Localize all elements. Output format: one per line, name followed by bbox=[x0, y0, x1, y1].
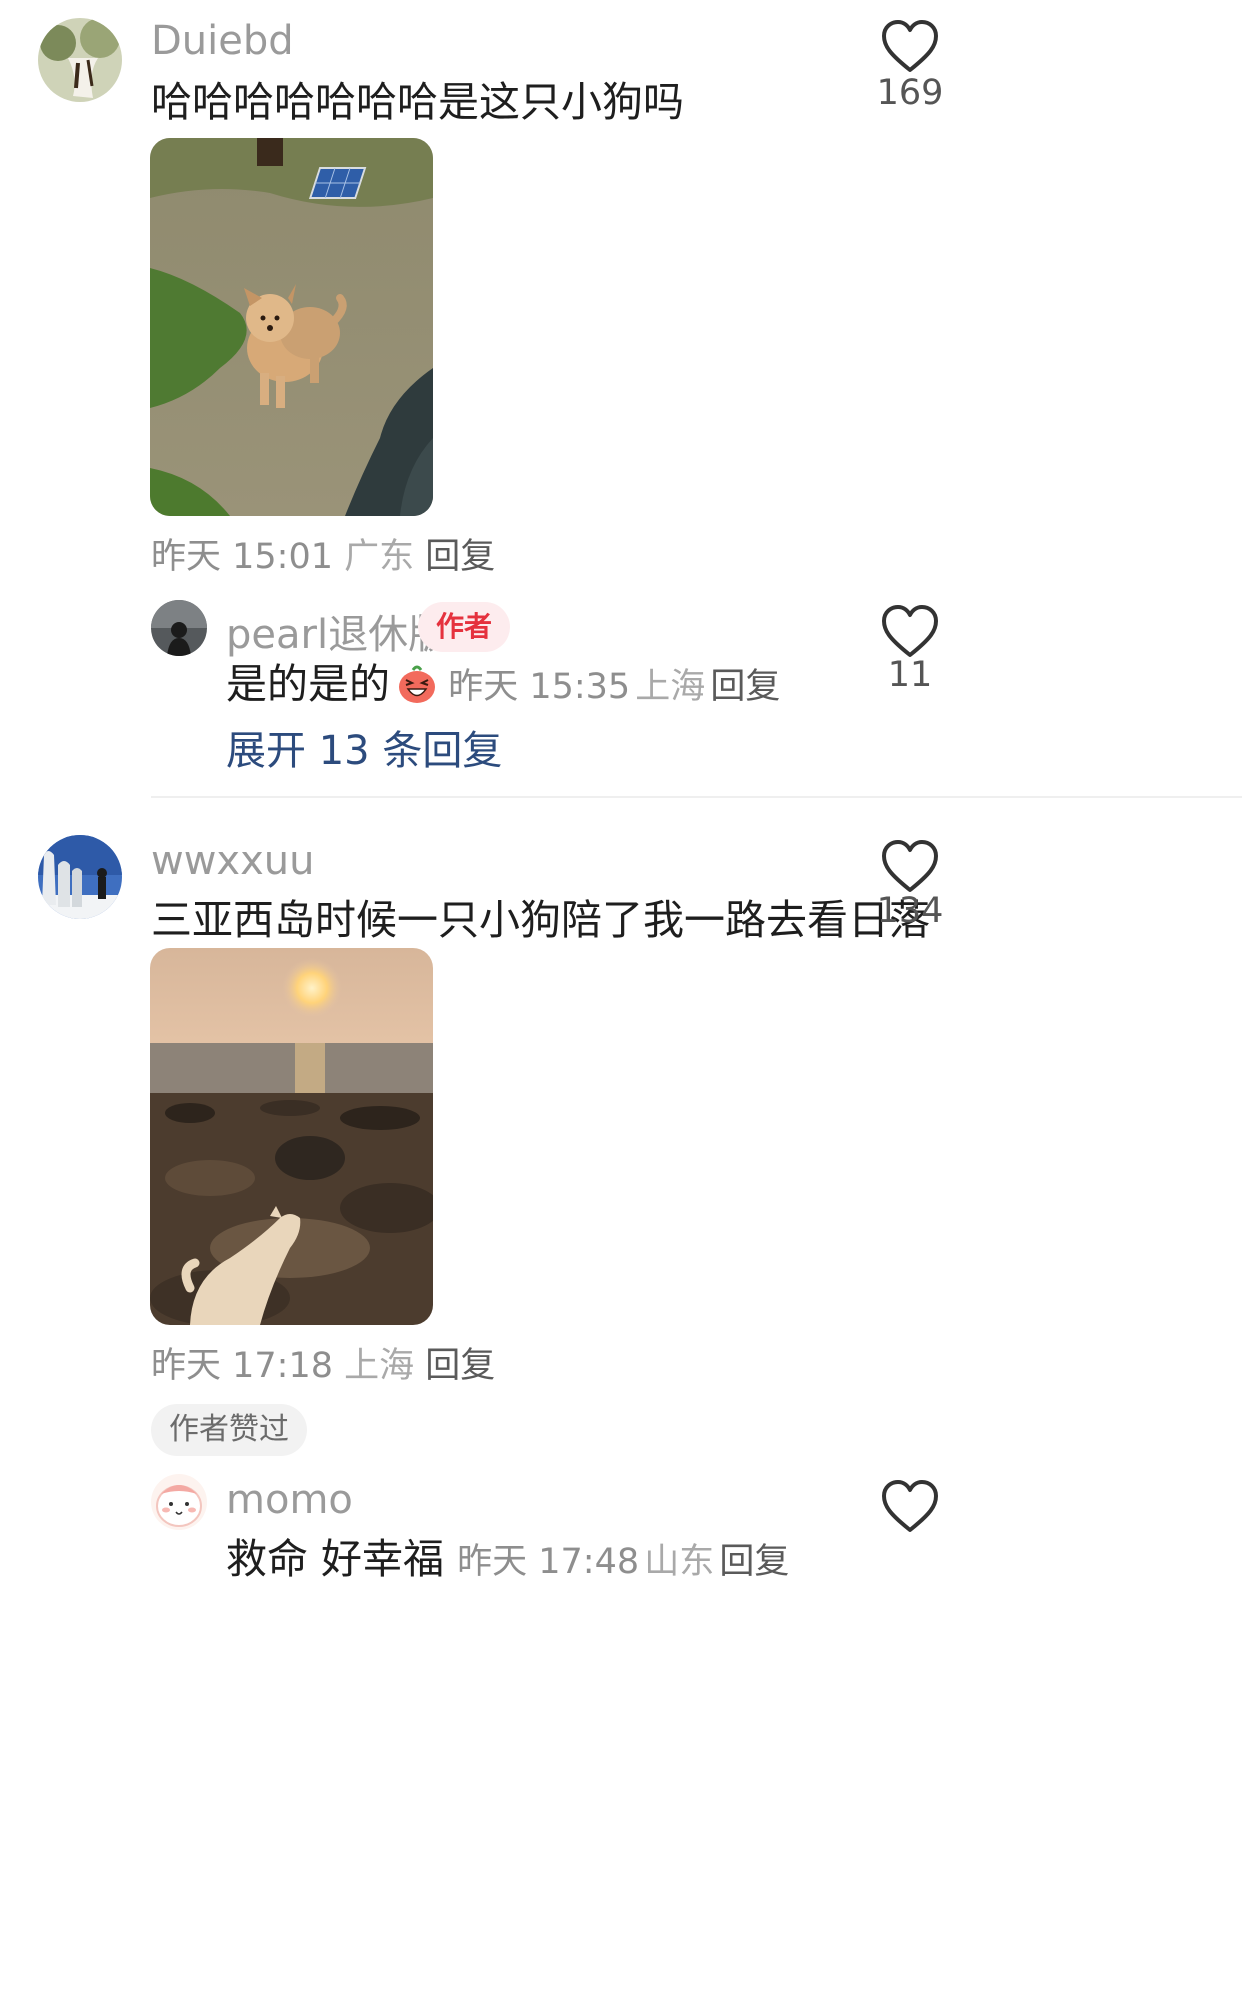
heart-outline-icon bbox=[882, 1480, 938, 1532]
comment-meta: 昨天 15:01 广东 回复 bbox=[151, 528, 495, 579]
reply-button[interactable]: 回复 bbox=[710, 667, 780, 707]
comment-username[interactable]: Duiebd bbox=[151, 18, 294, 64]
reply-text: 是的是的 bbox=[226, 660, 390, 708]
reply-button[interactable]: 回复 bbox=[719, 1542, 789, 1582]
author-badge: 作者 bbox=[418, 602, 511, 652]
like-count: 134 bbox=[876, 891, 944, 931]
expand-replies-button[interactable]: 展开 13 条回复 bbox=[226, 718, 502, 776]
like-button[interactable]: 169 bbox=[850, 18, 970, 118]
comment-username[interactable]: wwxxuu bbox=[151, 838, 314, 884]
reply-location: 山东 bbox=[644, 1542, 715, 1582]
like-button[interactable]: 134 bbox=[850, 838, 970, 938]
reply-line: 是的是的 昨天 15:35 上海 回复 bbox=[226, 650, 780, 710]
avatar[interactable] bbox=[38, 18, 122, 102]
like-button[interactable] bbox=[850, 1478, 970, 1538]
comment-image-dog[interactable] bbox=[150, 138, 433, 516]
avatar[interactable] bbox=[38, 835, 122, 919]
avatar[interactable] bbox=[151, 1474, 207, 1530]
comment-time: 昨天 17:18 bbox=[151, 1346, 333, 1386]
reply-username[interactable]: momo bbox=[226, 1477, 353, 1523]
comment-image-sunset[interactable] bbox=[150, 948, 433, 1325]
reply-text: 救命 好幸福 bbox=[226, 1535, 445, 1583]
heart-outline-icon bbox=[882, 605, 938, 657]
laughing-emoji-icon bbox=[399, 665, 436, 703]
comment-location: 上海 bbox=[344, 1346, 415, 1386]
comment-text: 三亚西岛时候一只小狗陪了我一路去看日落 bbox=[151, 896, 930, 944]
reply-button[interactable]: 回复 bbox=[425, 1346, 495, 1386]
author-liked-tag: 作者赞过 bbox=[151, 1404, 307, 1456]
reply-time: 昨天 17:48 bbox=[457, 1542, 640, 1582]
heart-outline-icon bbox=[882, 20, 938, 72]
like-count: 169 bbox=[876, 73, 944, 113]
avatar[interactable] bbox=[151, 600, 207, 656]
reply-time: 昨天 15:35 bbox=[448, 667, 631, 707]
like-button[interactable]: 11 bbox=[850, 603, 970, 695]
heart-outline-icon bbox=[882, 840, 938, 892]
comment-divider bbox=[151, 796, 1242, 798]
like-count: 11 bbox=[887, 655, 933, 695]
comment-time: 昨天 15:01 bbox=[151, 537, 333, 577]
comment-meta: 昨天 17:18 上海 回复 bbox=[151, 1337, 495, 1388]
comment-text: 哈哈哈哈哈哈哈是这只小狗吗 bbox=[151, 78, 684, 126]
reply-location: 上海 bbox=[635, 667, 706, 707]
reply-line: 救命 好幸福 昨天 17:48 山东 回复 bbox=[226, 1525, 789, 1585]
reply-button[interactable]: 回复 bbox=[425, 537, 495, 577]
comment-location: 广东 bbox=[344, 537, 415, 577]
